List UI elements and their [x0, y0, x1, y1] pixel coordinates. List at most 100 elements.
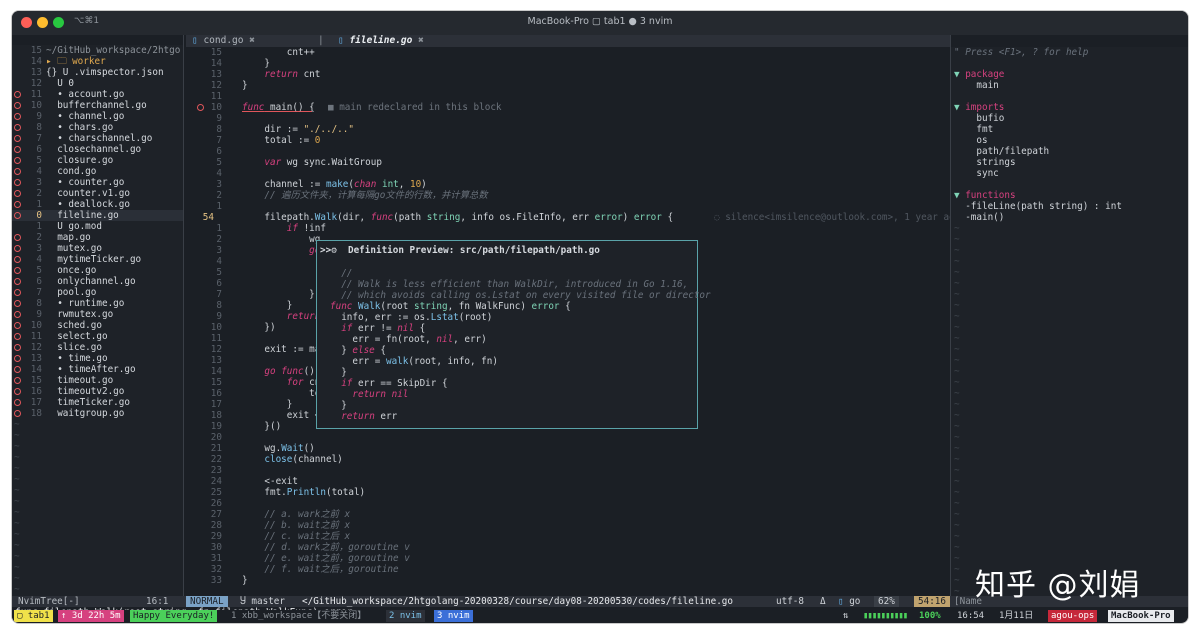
code-line[interactable]: 15 cnt++ [186, 47, 950, 58]
tree-item-label: counter.v1.go [46, 188, 130, 199]
outline-item[interactable]: sync [954, 168, 998, 179]
tree-item[interactable]: 1 • deallock.go [12, 199, 183, 210]
code-line[interactable]: 32 // f. wait之后，goroutine [186, 564, 950, 575]
tree-item[interactable]: 3 • counter.go [12, 177, 183, 188]
outline-item[interactable]: path/filepath [954, 146, 1049, 157]
tmux-window-3[interactable]: 3 nvim [434, 610, 473, 622]
tree-item[interactable]: 4 mytimeTicker.go [12, 254, 183, 265]
outline-section[interactable]: ▼ functions [954, 190, 1016, 201]
tree-item[interactable]: 10 bufferchannel.go [12, 100, 183, 111]
tree-item[interactable]: 14 ▸ 🗀 worker [12, 56, 183, 67]
code-line[interactable]: 3 channel := make(chan int, 10) [186, 179, 950, 190]
tree-item[interactable]: 15 ~/GitHub_workspace/2htgo [12, 45, 183, 56]
line-number: 32 [210, 564, 222, 575]
line-number: 6 [36, 144, 42, 155]
tree-item[interactable]: 5 closure.go [12, 155, 183, 166]
tab-label: cond.go [203, 35, 244, 46]
tree-item[interactable]: 10 sched.go [12, 320, 183, 331]
code-line[interactable]: 20 [186, 432, 950, 443]
code-line[interactable]: 29 // c. wait之后 x [186, 531, 950, 542]
code-line[interactable]: 25 fmt.Println(total) [186, 487, 950, 498]
tree-item[interactable]: 0 fileline.go [12, 210, 183, 221]
tree-item[interactable]: 8 • chars.go [12, 122, 183, 133]
tree-item[interactable]: 7 • charschannel.go [12, 133, 183, 144]
tree-item[interactable]: 11 select.go [12, 331, 183, 342]
tree-item[interactable]: 12 slice.go [12, 342, 183, 353]
preview-code-line: if err == SkipDir { [341, 378, 448, 389]
tree-item[interactable]: 17 timeTicker.go [12, 397, 183, 408]
code-line[interactable]: 24 <-exit [186, 476, 950, 487]
outline-section[interactable]: ▼ package [954, 69, 1004, 80]
tagbar-outline-panel: " Press <F1>, ? for help ▼ package main ▼ … [951, 47, 1188, 597]
outline-item[interactable]: strings [954, 157, 1015, 168]
tree-item[interactable]: 6 closechannel.go [12, 144, 183, 155]
code-line[interactable]: 31 // e. wait之前，goroutine v [186, 553, 950, 564]
outline-item[interactable]: bufio [954, 113, 1004, 124]
tree-item[interactable]: 3 mutex.go [12, 243, 183, 254]
code-line[interactable]: 10 func main() {■ main redeclared in this… [186, 102, 950, 113]
tree-item[interactable]: 13 {} U .vimspector.json [12, 67, 183, 78]
code-line[interactable]: 22 close(channel) [186, 454, 950, 465]
tree-item[interactable]: 16 timeoutv2.go [12, 386, 183, 397]
outline-item[interactable]: os [954, 135, 987, 146]
code-line[interactable]: 27 // a. wark之前 x [186, 509, 950, 520]
tree-item[interactable]: 9 rwmutex.go [12, 309, 183, 320]
outline-item[interactable]: -fileLine(path string) : int [954, 201, 1122, 212]
line-number: 6 [36, 276, 42, 287]
code-line[interactable]: 26 [186, 498, 950, 509]
code-line[interactable]: 5 var wg sync.WaitGroup [186, 157, 950, 168]
tree-item[interactable]: 8 • runtime.go [12, 298, 183, 309]
tree-item[interactable]: 13 • time.go [12, 353, 183, 364]
outline-item[interactable]: -main() [954, 212, 1004, 223]
tree-item[interactable]: 9 • channel.go [12, 111, 183, 122]
code-line[interactable]: 7 total := 0 [186, 135, 950, 146]
line-number: 1 [216, 201, 222, 212]
tab-fileline-go[interactable]: ▯ fileline.go ✖ [338, 35, 424, 47]
tab-separator: | [318, 35, 324, 46]
code-line[interactable]: 8 dir := "./../.." [186, 124, 950, 135]
tree-item[interactable]: 7 pool.go [12, 287, 183, 298]
code-line[interactable]: 2 // 遍历文件夹，计算每隔go文件的行数，并计算总数 [186, 190, 950, 201]
tmux-window-2[interactable]: 2 nvim [386, 610, 425, 622]
tab-cond-go[interactable]: ▯ cond.go ✖ [192, 35, 255, 47]
code-line[interactable]: 21 wg.Wait() [186, 443, 950, 454]
tree-item[interactable]: 4 cond.go [12, 166, 183, 177]
tmux-session[interactable]: ▢ tab1 [14, 610, 53, 622]
line-number: 11 [210, 91, 222, 102]
code-line[interactable]: 1 if !inf [186, 223, 950, 234]
tree-item[interactable]: 15 timeout.go [12, 375, 183, 386]
tree-item[interactable]: 14 • timeAfter.go [12, 364, 183, 375]
mode-indicator: NORMAL [186, 596, 228, 607]
outline-item[interactable]: main [954, 80, 998, 91]
code-line[interactable]: 54 filepath.Walk(dir, func(path string, … [186, 212, 960, 223]
code-line[interactable]: 4 [186, 168, 950, 179]
tree-item[interactable]: 5 once.go [12, 265, 183, 276]
tree-item[interactable]: 6 onlychannel.go [12, 276, 183, 287]
tree-item[interactable]: 2 map.go [12, 232, 183, 243]
code-line[interactable]: 12} [186, 80, 950, 91]
code-line[interactable]: 9 [186, 113, 950, 124]
outline-section[interactable]: ▼ imports [954, 102, 1004, 113]
tree-item[interactable]: 12 U 0 [12, 78, 183, 89]
code-line[interactable]: 28 // b. wait之前 x [186, 520, 950, 531]
definition-preview-popup[interactable]: >>⚙ Definition Preview: src/path/filepat… [316, 240, 711, 429]
tree-item[interactable]: 11 • account.go [12, 89, 183, 100]
code-line[interactable]: 6 [186, 146, 950, 157]
line-number: 30 [210, 542, 222, 553]
code-line[interactable]: 23 [186, 465, 950, 476]
tree-item[interactable]: 18 waitgroup.go [12, 408, 183, 419]
code-line[interactable]: 33} [186, 575, 950, 586]
tree-item[interactable]: 2 counter.v1.go [12, 188, 183, 199]
line-number: 9 [216, 113, 222, 124]
tmux-window-1[interactable]: 1 xbb_workspace【不要关闭】 [228, 610, 369, 622]
code-line[interactable]: 14 } [186, 58, 950, 69]
code-line[interactable]: 1 [186, 201, 950, 212]
line-number: 2 [36, 232, 42, 243]
tree-item[interactable]: 1 U go.mod [12, 221, 183, 232]
filetype: ▯ go [838, 596, 861, 607]
outline-item[interactable]: fmt [954, 124, 993, 135]
code-line[interactable]: 13 return cnt [186, 69, 950, 80]
code-line[interactable]: 30 // d. wark之前，goroutine v [186, 542, 950, 553]
code-line[interactable]: 11 [186, 91, 950, 102]
split-divider[interactable] [183, 35, 184, 597]
